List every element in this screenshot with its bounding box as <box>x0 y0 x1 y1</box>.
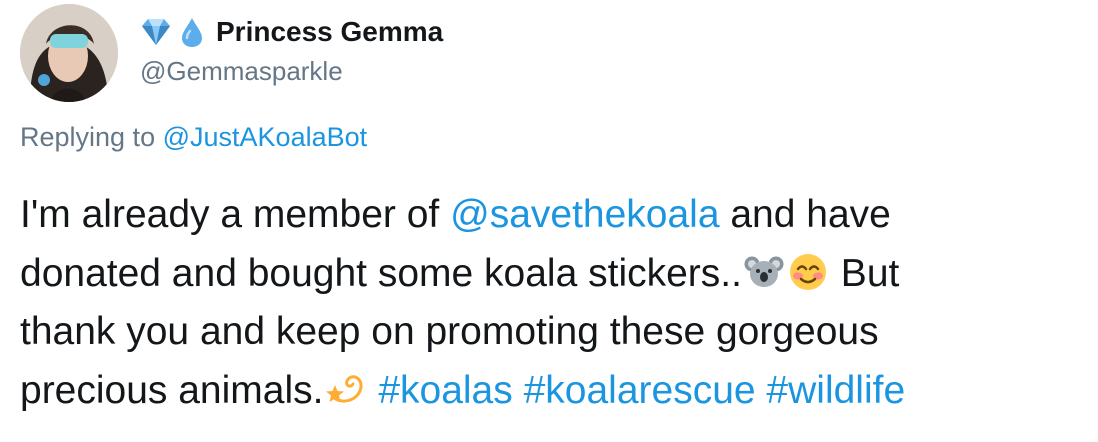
tweet-text-segment: But <box>829 251 900 295</box>
hashtag-wildlife-link[interactable]: #wildlife <box>766 369 905 412</box>
tweet-header: Princess Gemma @Gemmasparkle <box>138 14 443 87</box>
droplet-icon <box>178 16 208 48</box>
replying-to-line: Replying to @JustAKoalaBot <box>20 122 367 153</box>
tweet-text-segment: donated and bought some koala stickers.. <box>20 251 742 295</box>
avatar[interactable] <box>20 4 118 102</box>
reply-to-mention-link[interactable]: @JustAKoalaBot <box>163 122 368 152</box>
author-display-name[interactable]: Princess Gemma <box>216 16 443 48</box>
author-handle[interactable]: @Gemmasparkle <box>140 56 443 87</box>
dizzy-star-icon <box>325 369 365 409</box>
gem-stone-icon <box>138 16 174 48</box>
author-name-row[interactable]: Princess Gemma <box>138 14 443 50</box>
tweet-text-segment: precious animals. <box>20 368 324 412</box>
tweet-body: I'm already a member of @savethekoala an… <box>20 186 1090 420</box>
tweet-line-1: I'm already a member of @savethekoala an… <box>20 186 1090 245</box>
tweet-text-segment: I'm already a member of <box>20 193 451 236</box>
hashtag-koalarescue-link[interactable]: #koalarescue <box>524 369 756 412</box>
tweet-line-4: precious animals. #koalas #koalarescue #… <box>20 362 1090 421</box>
koala-icon <box>744 252 784 292</box>
tweet-text-segment: and have <box>719 193 891 236</box>
tweet-line-3: thank you and keep on promoting these go… <box>20 310 879 353</box>
reply-prefix: Replying to <box>20 122 156 152</box>
smiling-face-icon <box>788 252 828 292</box>
tweet-line-2: donated and bought some koala stickers..… <box>20 245 1090 304</box>
hashtag-koalas-link[interactable]: #koalas <box>378 369 512 412</box>
savethekoala-mention-link[interactable]: @savethekoala <box>450 193 719 236</box>
